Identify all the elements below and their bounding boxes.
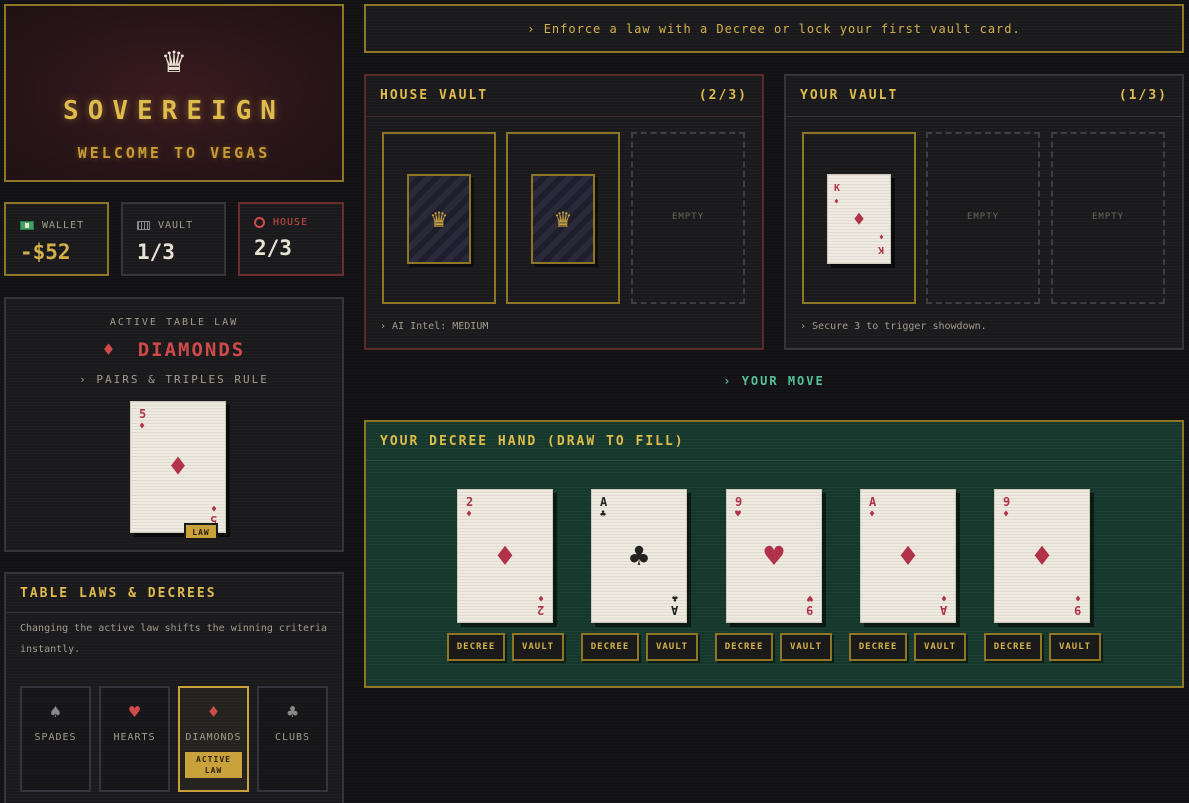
- heart-icon: ♥: [129, 702, 140, 723]
- decree-button[interactable]: DECREE: [581, 633, 639, 661]
- diamond-icon: ♦: [495, 537, 515, 575]
- law-tag-badge: LAW: [184, 523, 218, 540]
- divider: [786, 116, 1182, 117]
- house-vault-count: (2/3): [698, 88, 748, 103]
- brand-panel: ♛ SOVEREIGN WELCOME TO VEGAS: [4, 4, 344, 182]
- law-card: 5 ♦ ♦ ♦ 5: [130, 401, 226, 533]
- vault-button[interactable]: VAULT: [914, 633, 966, 661]
- heart-icon: ♥: [764, 537, 784, 575]
- game-title: SOVEREIGN: [63, 96, 285, 126]
- club-icon: ♣: [629, 537, 649, 575]
- suit-button-diamonds[interactable]: ♦ DIAMONDS ACTIVE LAW: [178, 686, 249, 792]
- vault-label: VAULT: [158, 220, 194, 231]
- wallet-value: -$52: [20, 240, 71, 264]
- spade-icon: ♠: [50, 702, 61, 723]
- crown-icon: ♛: [555, 204, 571, 234]
- suit-button-spades[interactable]: ♠ SPADES: [20, 686, 91, 792]
- suit-button-hearts[interactable]: ♥ HEARTS: [99, 686, 170, 792]
- hand-card[interactable]: A ♦ ♦ ♦ A: [860, 489, 956, 623]
- house-label: HOUSE: [273, 217, 309, 228]
- decree-hand-panel: YOUR DECREE HAND (DRAW TO FILL) 2 ♦ ♦ ♦ …: [364, 420, 1184, 688]
- diamond-icon: ♦: [852, 207, 866, 231]
- vault-value: 1/3: [137, 240, 175, 264]
- your-vault-count: (1/3): [1118, 88, 1168, 103]
- suit-button-clubs[interactable]: ♣ CLUBS: [257, 686, 328, 792]
- decree-button[interactable]: DECREE: [849, 633, 907, 661]
- divider: [6, 612, 342, 613]
- house-vault-slot: ♛: [382, 132, 496, 304]
- facedown-card: ♛: [531, 174, 595, 264]
- house-value: 2/3: [254, 236, 292, 260]
- facedown-card: ♛: [407, 174, 471, 264]
- hand-card[interactable]: 2 ♦ ♦ ♦ 2: [457, 489, 553, 623]
- hand-card[interactable]: 9 ♥ ♥ ♥ 9: [726, 489, 822, 623]
- house-vault-slot: ♛: [506, 132, 620, 304]
- wallet-stat: WALLET -$52: [4, 202, 109, 276]
- vault-stat: VAULT 1/3: [121, 202, 226, 276]
- vault-hint-text: › Secure 3 to trigger showdown.: [800, 321, 987, 332]
- your-vault-slot: K ♦ ♦ ♦ K: [802, 132, 916, 304]
- table-laws-title: TABLE LAWS & DECREES: [20, 586, 217, 601]
- ai-intel-text: › AI Intel: MEDIUM: [380, 321, 489, 332]
- active-law-panel: ACTIVE TABLE LAW ♦ DIAMONDS › PAIRS & TR…: [4, 297, 344, 552]
- hand-card[interactable]: A ♣ ♣ ♣ A: [591, 489, 687, 623]
- vault-button[interactable]: VAULT: [646, 633, 698, 661]
- your-vault-slot-empty[interactable]: EMPTY: [926, 132, 1040, 304]
- table-laws-panel: TABLE LAWS & DECREES Changing the active…: [4, 572, 344, 803]
- hand-card[interactable]: 9 ♦ ♦ ♦ 9: [994, 489, 1090, 623]
- circle-icon: [254, 217, 265, 228]
- active-law-badge: ACTIVE LAW: [185, 752, 242, 778]
- divider: [366, 116, 762, 117]
- cash-icon: [20, 221, 34, 230]
- diamond-icon: ♦: [102, 339, 117, 361]
- active-law-name: ♦ DIAMONDS: [102, 339, 246, 361]
- your-vault-slot-empty[interactable]: EMPTY: [1051, 132, 1165, 304]
- vault-card: K ♦ ♦ ♦ K: [827, 174, 891, 264]
- house-vault-title: HOUSE VAULT: [380, 88, 489, 103]
- turn-indicator: › YOUR MOVE: [723, 374, 825, 388]
- hand-title: YOUR DECREE HAND (DRAW TO FILL): [380, 434, 685, 449]
- your-vault-panel: YOUR VAULT (1/3) K ♦ ♦ ♦ K EMPTY EMPTY ›…: [784, 74, 1184, 350]
- diamond-icon: ♦: [898, 537, 918, 575]
- vault-icon: [137, 221, 150, 230]
- diamond-icon: ♦: [1032, 537, 1052, 575]
- house-stat: HOUSE 2/3: [238, 202, 344, 276]
- game-subtitle: WELCOME TO VEGAS: [77, 144, 271, 162]
- house-vault-slot-empty: EMPTY: [631, 132, 745, 304]
- crown-icon: ♛: [431, 204, 447, 234]
- vault-button[interactable]: VAULT: [1049, 633, 1101, 661]
- active-law-heading: ACTIVE TABLE LAW: [109, 317, 239, 328]
- your-vault-title: YOUR VAULT: [800, 88, 899, 103]
- wallet-label: WALLET: [42, 220, 85, 231]
- diamond-icon: ♦: [168, 449, 188, 485]
- house-vault-panel: HOUSE VAULT (2/3) ♛ ♛ EMPTY › AI Intel: …: [364, 74, 764, 350]
- club-icon: ♣: [287, 702, 298, 723]
- decree-button[interactable]: DECREE: [984, 633, 1042, 661]
- decree-button[interactable]: DECREE: [715, 633, 773, 661]
- active-law-rule: › PAIRS & TRIPLES RULE: [79, 373, 269, 386]
- vault-button[interactable]: VAULT: [780, 633, 832, 661]
- divider: [366, 460, 1182, 461]
- status-message: › Enforce a law with a Decree or lock yo…: [364, 4, 1184, 53]
- decree-button[interactable]: DECREE: [447, 633, 505, 661]
- diamond-icon: ♦: [208, 702, 219, 723]
- crown-icon: ♛: [163, 40, 185, 81]
- vault-button[interactable]: VAULT: [512, 633, 564, 661]
- table-laws-description: Changing the active law shifts the winni…: [20, 623, 328, 655]
